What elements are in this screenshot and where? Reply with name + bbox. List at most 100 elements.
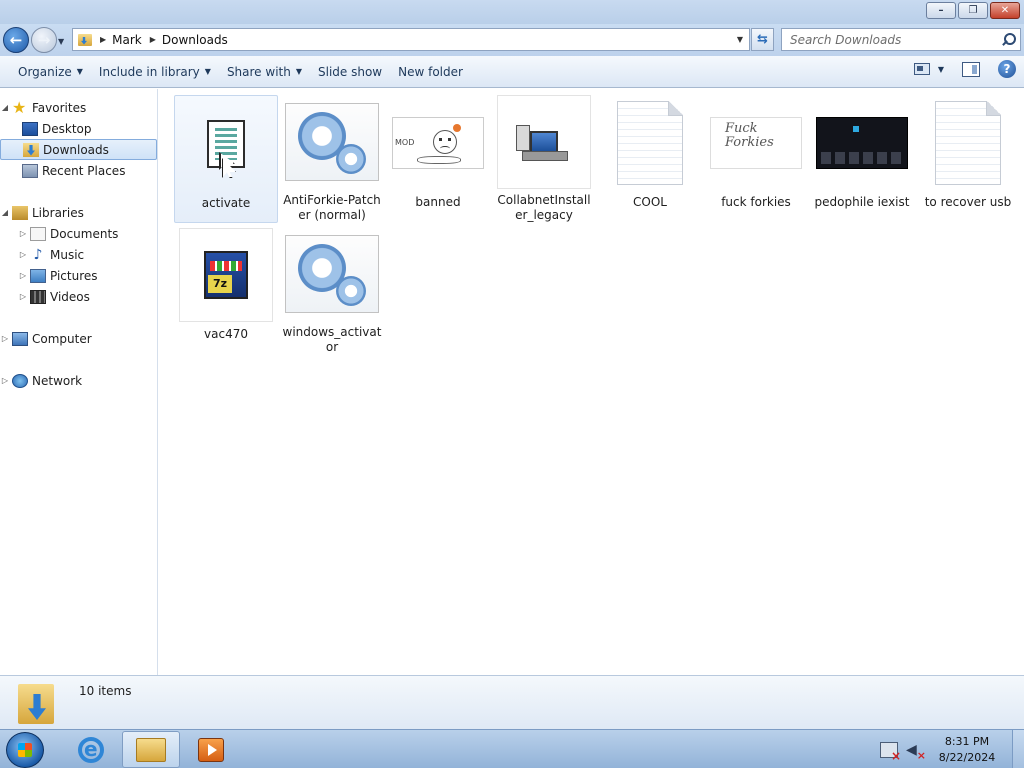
document-icon [935, 101, 1001, 185]
taskbar-windows-explorer[interactable] [122, 731, 180, 768]
file-item-cool[interactable]: COOL [598, 95, 702, 223]
help-icon[interactable]: ? [998, 60, 1016, 78]
breadcrumb-mark[interactable]: Mark [112, 33, 142, 47]
file-item-vac470[interactable]: vac470 [174, 227, 278, 355]
file-item-windows-activator[interactable]: windows_activator [280, 227, 384, 355]
file-thumbnail [602, 95, 698, 191]
handwritten-line-1: Fuck [725, 121, 758, 136]
file-thumbnail [284, 227, 380, 321]
star-icon: ★ [12, 97, 27, 117]
expand-arrow-icon[interactable]: ◢ [0, 103, 10, 112]
taskbar-media-player[interactable] [182, 731, 240, 768]
slide-show-label: Slide show [318, 64, 383, 79]
file-name: COOL [633, 195, 667, 209]
window-controls: – ❐ ✕ [926, 2, 1020, 19]
nav-recent-places[interactable]: Recent Places [0, 160, 157, 181]
collapse-arrow-icon[interactable]: ▷ [18, 271, 28, 280]
refresh-icon: ⇆ [757, 32, 768, 47]
recent-pages-dropdown[interactable]: ▼ [58, 37, 64, 46]
collapse-arrow-icon[interactable]: ▷ [18, 292, 28, 301]
close-button[interactable]: ✕ [990, 2, 1020, 19]
clock[interactable]: 8:31 PM 8/22/2024 [932, 734, 1002, 766]
collapse-arrow-icon[interactable]: ▷ [18, 229, 28, 238]
nav-videos[interactable]: ▷ Videos [0, 286, 157, 307]
file-item-banned[interactable]: MOD banned [386, 95, 490, 223]
chevron-down-icon: ▼ [295, 67, 302, 76]
computer-setup-icon [516, 125, 568, 161]
taskbar: ◀ 8:31 PM 8/22/2024 [0, 729, 1024, 768]
image-thumbnail: Fuck Forkies [710, 117, 802, 169]
slide-show-button[interactable]: Slide show [310, 60, 390, 84]
volume-muted-icon[interactable]: ◀ [906, 742, 926, 764]
expand-arrow-icon[interactable]: ◢ [0, 208, 10, 217]
chevron-right-icon[interactable]: ▶ [100, 35, 106, 44]
navigation-pane: ◢ ★ Favorites Desktop Downloads Recent P… [0, 89, 158, 675]
handwritten-line-2: Forkies [725, 135, 774, 150]
preview-pane-icon[interactable] [962, 61, 980, 77]
chevron-down-icon[interactable]: ▼ [938, 65, 944, 74]
drawing-base [417, 156, 461, 164]
start-button[interactable] [6, 732, 44, 768]
file-item-fuck-forkies[interactable]: Fuck Forkies fuck forkies [704, 95, 808, 223]
item-count: 10 items [79, 684, 132, 698]
maximize-button[interactable]: ❐ [958, 2, 988, 19]
include-in-library-label: Include in library [98, 64, 200, 79]
change-view-icon[interactable] [913, 63, 930, 75]
nav-network-label: Network [32, 373, 83, 388]
nav-pictures[interactable]: ▷ Pictures [0, 265, 157, 286]
nav-libraries[interactable]: ◢ Libraries [0, 202, 157, 223]
collapse-arrow-icon[interactable]: ▷ [0, 334, 10, 343]
file-thumbnail [284, 95, 380, 189]
file-item-activate[interactable]: activate [174, 95, 278, 223]
forward-button[interactable]: → [31, 27, 57, 53]
new-folder-button[interactable]: New folder [390, 60, 471, 84]
file-item-collabnetinstaller[interactable]: CollabnetInstaller_legacy [492, 95, 596, 223]
new-folder-label: New folder [398, 64, 463, 79]
libraries-icon [12, 205, 28, 220]
address-row: ← → ▼ ▶ Mark ▶ Downloads ▼ ⇆ Search Down… [0, 24, 1024, 56]
nav-music[interactable]: ▷ ♪ Music [0, 244, 157, 265]
downloads-folder-icon [23, 142, 39, 157]
details-pane: 10 items [0, 675, 1024, 729]
media-player-icon [198, 737, 224, 762]
address-bar[interactable]: ▶ Mark ▶ Downloads ▼ [72, 28, 750, 51]
nav-favorites[interactable]: ◢ ★ Favorites [0, 97, 157, 118]
file-name: AntiForkie-Patcher (normal) [283, 193, 381, 222]
file-item-pedophile-iexist[interactable]: pedophile iexist [810, 95, 914, 223]
minimize-button[interactable]: – [926, 2, 956, 19]
chevron-down-icon: ▼ [76, 67, 83, 76]
nav-downloads[interactable]: Downloads [0, 139, 157, 160]
include-in-library-button[interactable]: Include in library ▼ [91, 60, 219, 84]
back-button[interactable]: ← [3, 27, 29, 53]
file-thumbnail [920, 95, 1016, 191]
file-name: CollabnetInstaller_legacy [497, 193, 591, 222]
chevron-right-icon[interactable]: ▶ [150, 35, 156, 44]
collapse-arrow-icon[interactable]: ▷ [0, 376, 10, 385]
nav-desktop[interactable]: Desktop [0, 118, 157, 139]
folder-icon [78, 33, 92, 46]
file-item-antiforkie-patcher[interactable]: AntiForkie-Patcher (normal) [280, 95, 384, 223]
close-icon: ✕ [1000, 4, 1010, 16]
breadcrumb-downloads[interactable]: Downloads [162, 33, 228, 47]
file-item-to-recover-usb[interactable]: to recover usb [916, 95, 1020, 223]
recent-places-icon [22, 163, 38, 178]
taskbar-internet-explorer[interactable] [62, 731, 120, 768]
nav-libraries-label: Libraries [32, 205, 84, 220]
search-box[interactable]: Search Downloads [781, 28, 1021, 51]
search-input[interactable]: Search Downloads [782, 33, 1000, 47]
scribble-text: MOD [395, 138, 415, 147]
nav-documents[interactable]: ▷ Documents [0, 223, 157, 244]
share-with-button[interactable]: Share with ▼ [219, 60, 310, 84]
refresh-button[interactable]: ⇆ [751, 28, 774, 51]
nav-documents-label: Documents [50, 226, 119, 241]
organize-button[interactable]: Organize ▼ [10, 60, 91, 84]
nav-computer[interactable]: ▷ Computer [0, 328, 157, 349]
collapse-arrow-icon[interactable]: ▷ [18, 250, 28, 259]
search-icon[interactable] [1000, 32, 1016, 48]
nav-network[interactable]: ▷ Network [0, 370, 157, 391]
chevron-down-icon[interactable]: ▼ [737, 35, 743, 44]
nav-desktop-label: Desktop [42, 121, 92, 136]
network-disconnected-icon[interactable] [880, 741, 901, 763]
nav-downloads-label: Downloads [43, 142, 109, 157]
show-desktop-button[interactable] [1012, 730, 1024, 768]
